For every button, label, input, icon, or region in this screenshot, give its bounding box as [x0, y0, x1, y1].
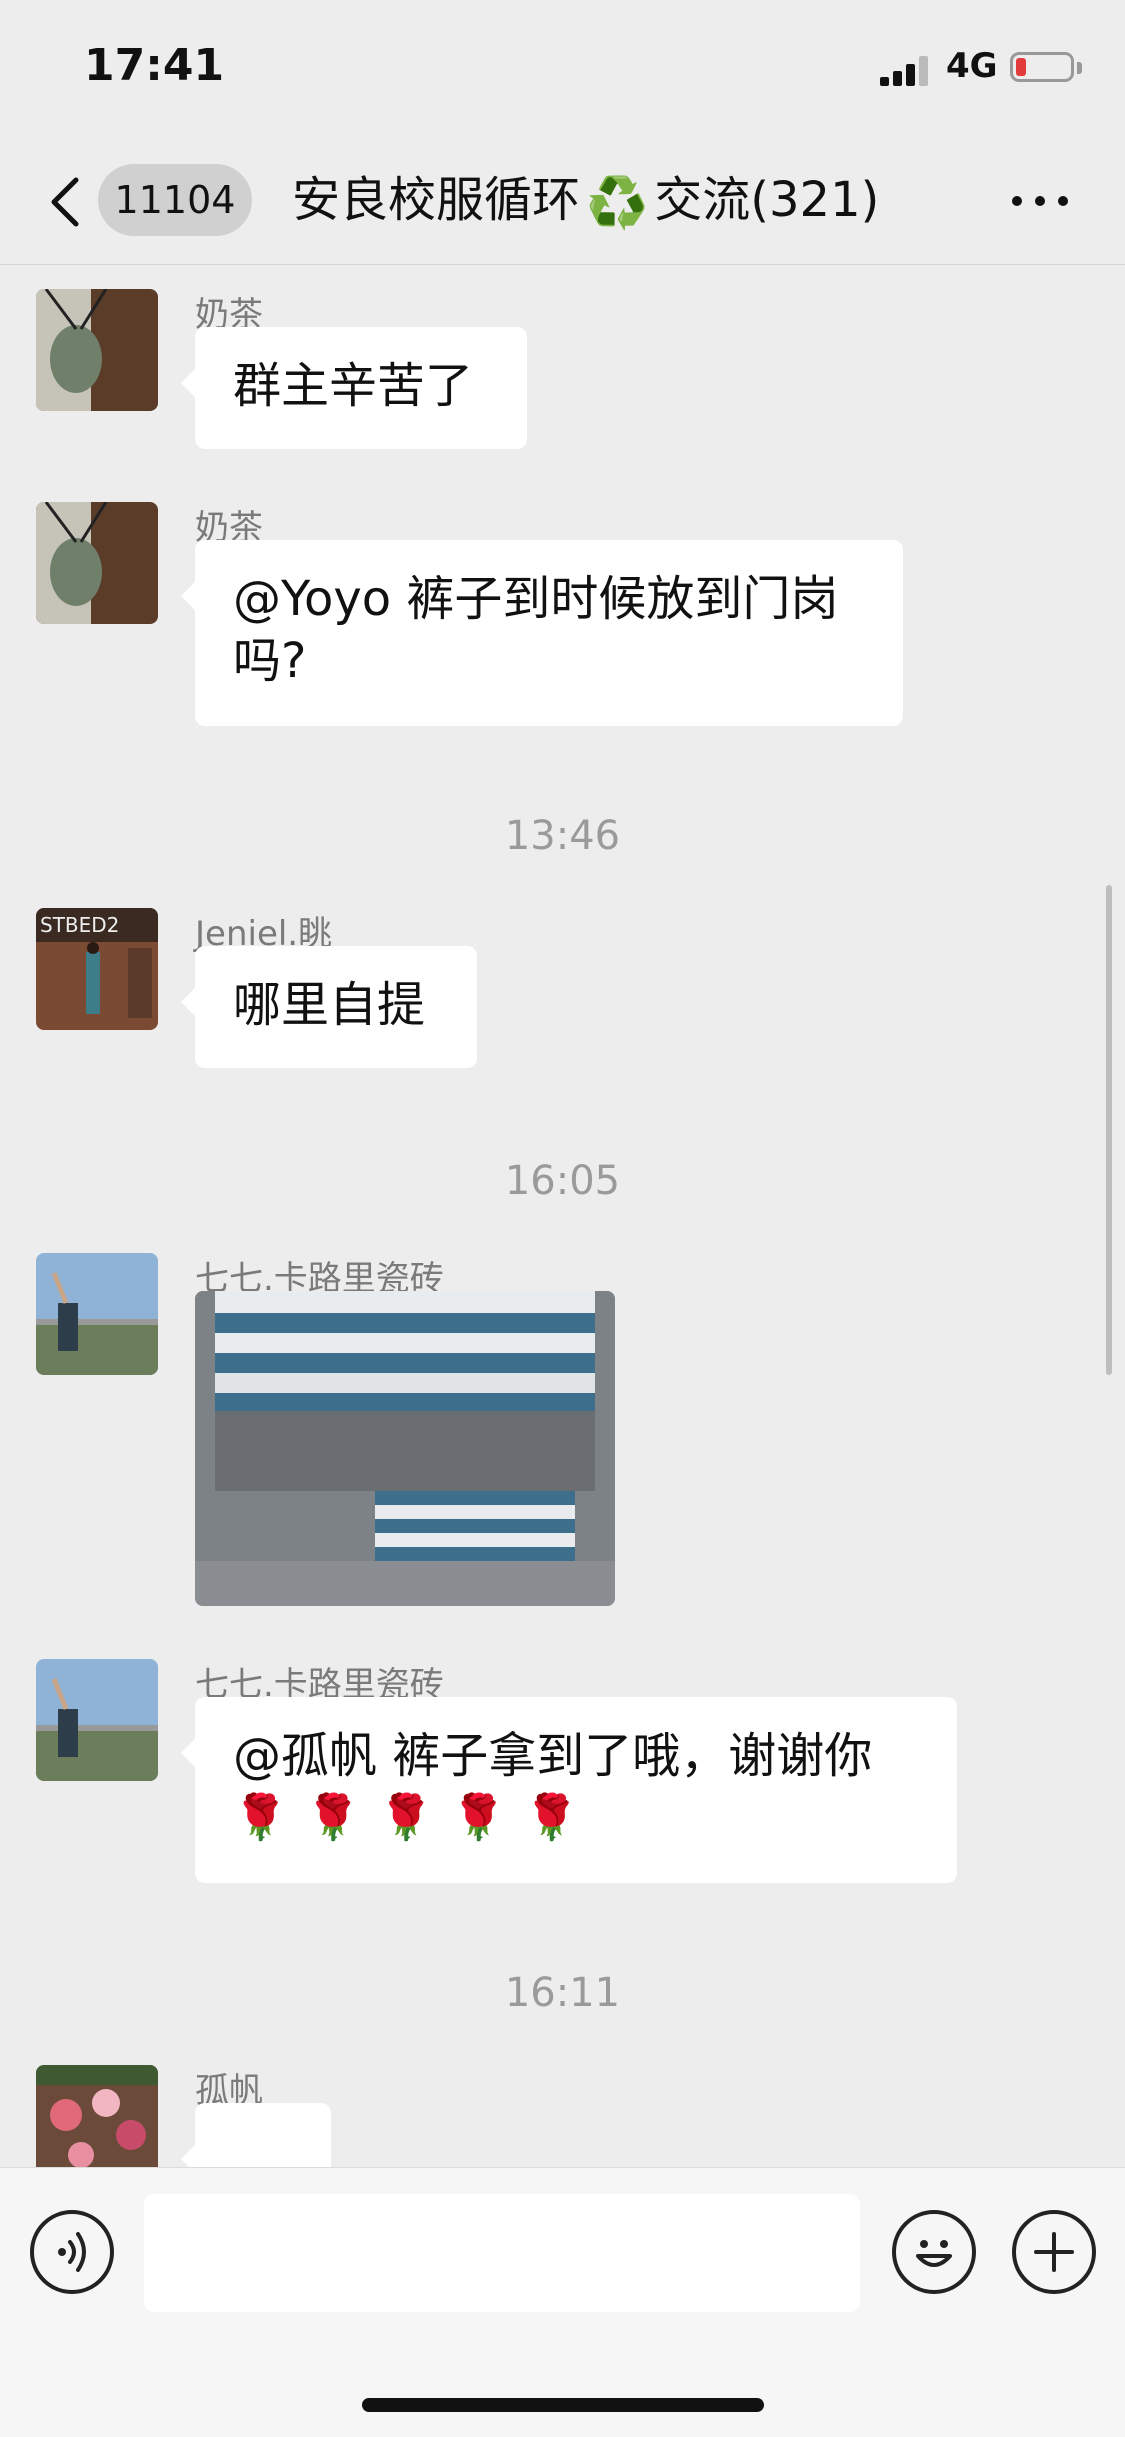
network-type: 4G — [946, 46, 998, 86]
message-timestamp: 16:05 — [504, 1158, 621, 1204]
avatar[interactable] — [36, 2065, 158, 2167]
chat-header: 11104 安良校服循环 ♻️ 交流(321) — [0, 140, 1125, 265]
chat-title-count: 交流(321) — [654, 172, 880, 228]
status-time: 17:41 — [84, 40, 225, 91]
message-timestamp: 16:11 — [504, 1970, 621, 2016]
message-text: @孤帆 裤子拿到了哦，谢谢你 — [233, 1728, 873, 1784]
avatar[interactable]: STBED2 — [36, 908, 158, 1030]
avatar[interactable] — [36, 1253, 158, 1375]
status-bar: 17:41 4G — [0, 0, 1125, 140]
battery-icon — [1010, 52, 1074, 82]
chat-title: 安良校服循环 ♻️ 交流(321) — [292, 164, 879, 236]
smiley-icon — [916, 2240, 952, 2267]
message-bubble[interactable]: 哪里自提 — [181, 946, 477, 1068]
unread-count-badge[interactable]: 11104 — [98, 164, 252, 236]
signal-icon — [880, 56, 936, 86]
scrollbar[interactable] — [1106, 885, 1112, 1375]
message-input-bar — [0, 2167, 1125, 2437]
message-bubble[interactable]: @Yoyo 裤子到时候放到门岗吗? — [181, 540, 903, 726]
more-options-icon[interactable] — [1010, 188, 1070, 212]
avatar[interactable] — [36, 1659, 158, 1781]
message-bubble[interactable]: 群主辛苦了 — [181, 327, 527, 449]
voice-input-button[interactable] — [30, 2210, 114, 2294]
svg-text:STBED2: STBED2 — [40, 913, 119, 937]
message-bubble[interactable]: @孤帆 裤子拿到了哦，谢谢你 🌹🌹🌹🌹🌹 — [181, 1697, 957, 1883]
chat-message-list[interactable]: 奶茶 群主辛苦了 奶茶 @Yoyo 裤子到时候放到门岗吗? 13:46 STBE… — [0, 265, 1125, 2167]
battery-tip — [1077, 62, 1082, 74]
avatar[interactable] — [36, 502, 158, 624]
message-input[interactable] — [144, 2194, 860, 2312]
back-icon[interactable] — [46, 174, 86, 230]
voice-icon — [58, 2232, 86, 2272]
avatar[interactable] — [36, 289, 158, 411]
home-indicator[interactable] — [362, 2398, 764, 2412]
emoji-button[interactable] — [892, 2210, 976, 2294]
message-bubble[interactable] — [181, 2103, 331, 2167]
plus-icon — [1034, 2232, 1074, 2272]
message-timestamp: 13:46 — [504, 813, 621, 859]
recycle-icon: ♻️ — [586, 174, 649, 232]
image-message[interactable] — [195, 1291, 615, 1606]
chat-title-name: 安良校服循环 — [292, 172, 581, 228]
more-actions-button[interactable] — [1012, 2210, 1096, 2294]
rose-emojis: 🌹🌹🌹🌹🌹 — [233, 1792, 597, 1843]
